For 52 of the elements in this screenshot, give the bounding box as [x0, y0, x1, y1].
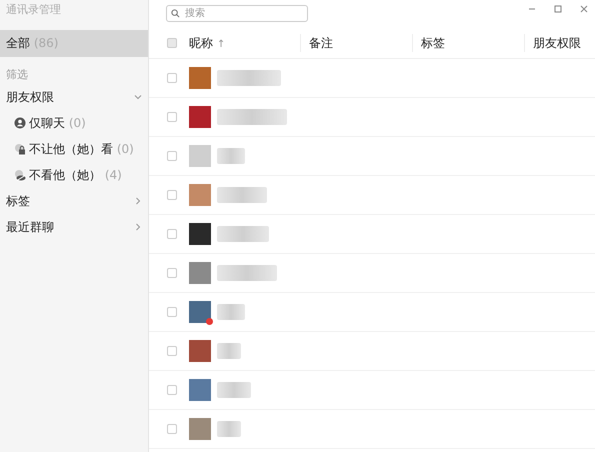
column-header[interactable]: 朋友权限 — [524, 34, 581, 52]
column-header[interactable]: 标签 — [412, 34, 524, 52]
chevron-icon — [134, 197, 142, 205]
blurred-name — [217, 382, 251, 398]
avatar-photo-placeholder — [189, 379, 211, 401]
checkbox[interactable] — [167, 112, 177, 122]
blurred-name — [217, 304, 245, 320]
avatar-photo-placeholder — [189, 262, 211, 284]
blurred-name — [217, 421, 241, 437]
blurred-name — [217, 70, 281, 86]
sidebar-group[interactable]: 朋友权限 — [0, 84, 148, 110]
chevron-icon — [134, 93, 142, 101]
checkbox[interactable] — [167, 151, 177, 161]
lock-icon — [14, 143, 26, 155]
sidebar-group[interactable]: 最近群聊 — [0, 214, 148, 240]
avatar-photo-placeholder — [189, 418, 211, 440]
checkbox[interactable] — [167, 346, 177, 356]
checkbox[interactable] — [167, 385, 177, 395]
avatar-photo-placeholder — [189, 67, 211, 89]
blurred-name — [217, 148, 245, 164]
checkbox[interactable] — [167, 307, 177, 317]
blurred-name — [217, 109, 287, 125]
sidebar-item[interactable]: 不看他（她） (4) — [0, 162, 148, 188]
avatar-photo-placeholder — [189, 106, 211, 128]
maximize-icon[interactable] — [553, 4, 563, 14]
window-title: 通讯录管理 — [5, 2, 62, 18]
checkbox[interactable] — [167, 424, 177, 434]
checkbox[interactable] — [167, 190, 177, 200]
avatar-photo-placeholder — [189, 145, 211, 167]
blurred-name — [217, 226, 269, 242]
chevron-icon — [134, 223, 142, 231]
search-field[interactable]: 搜索 — [166, 5, 308, 22]
blurred-name — [217, 187, 267, 203]
checkbox[interactable] — [167, 38, 177, 48]
sidebar-group[interactable]: 标签 — [0, 188, 148, 214]
sidebar-item[interactable]: 仅聊天 (0) — [0, 110, 148, 136]
search-icon — [171, 9, 180, 18]
section-heading: 筛选 — [5, 67, 29, 83]
avatar-photo-placeholder — [189, 223, 211, 245]
person-icon — [14, 117, 26, 129]
avatar-photo-placeholder — [189, 184, 211, 206]
checkbox[interactable] — [167, 229, 177, 239]
close-icon[interactable] — [579, 4, 589, 14]
column-header[interactable]: 备注 — [300, 34, 412, 52]
column-header[interactable]: 昵称 ↑ — [189, 34, 300, 52]
checkbox[interactable] — [167, 73, 177, 83]
checkbox[interactable] — [167, 268, 177, 278]
sidebar-item[interactable]: 不让他（她）看 (0) — [0, 136, 148, 162]
sort-arrow: ↑ — [216, 39, 226, 50]
avatar-photo-placeholder — [189, 340, 211, 362]
blurred-name — [217, 265, 277, 281]
blurred-name — [217, 343, 241, 359]
